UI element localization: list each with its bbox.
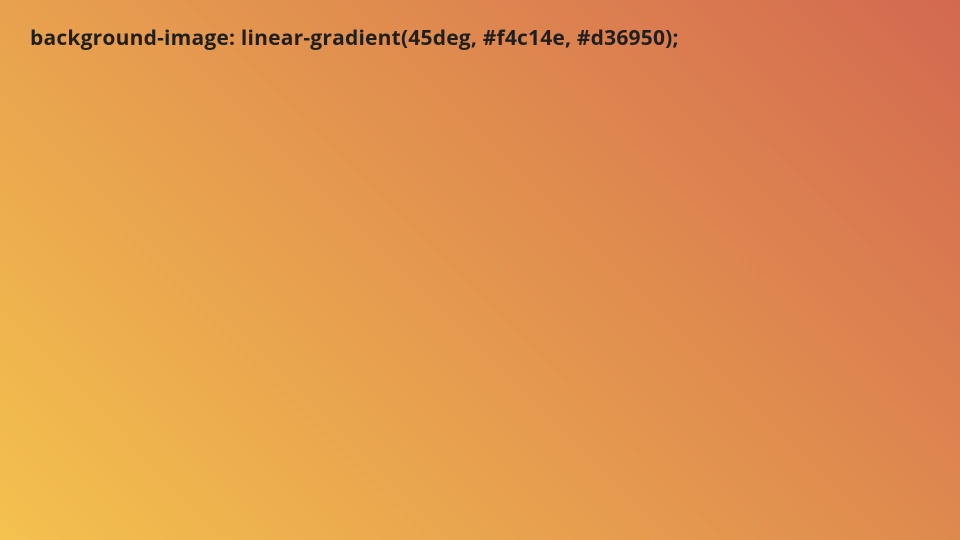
- css-declaration-text: background-image: linear-gradient(45deg,…: [30, 24, 679, 52]
